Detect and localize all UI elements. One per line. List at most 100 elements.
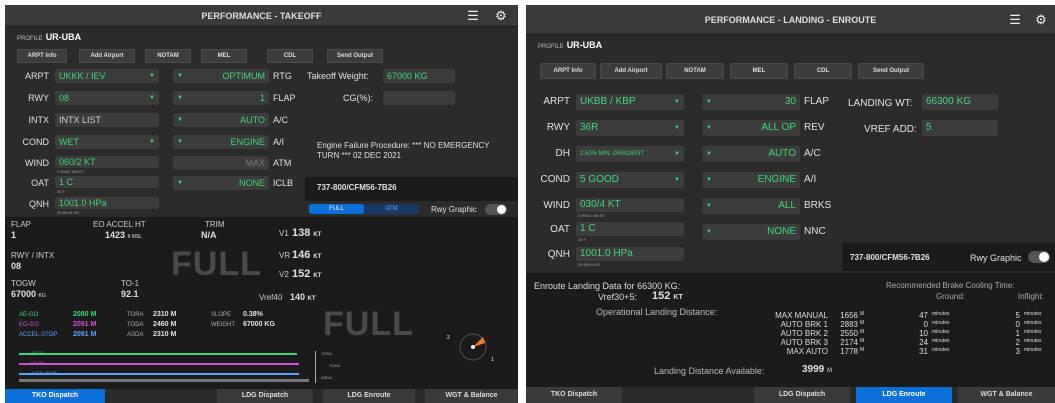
inflight-minutes-unit: minutes — [1024, 338, 1042, 344]
asda-label: ASDA — [127, 332, 144, 338]
flap-label: FLAP — [273, 93, 296, 103]
landing-weight-input[interactable]: 66300 KG — [922, 94, 998, 110]
title-bar: PERFORMANCE - LANDING - ENROUTE — [526, 5, 1055, 35]
cond-label: COND — [22, 137, 50, 147]
tab-wgt-balance[interactable]: WGT & Balance — [425, 389, 518, 403]
tab-tko-dispatch[interactable]: TKO Dispatch — [5, 389, 105, 403]
intx-select[interactable]: INTX LIST — [55, 113, 159, 127]
takeoff-weight-input[interactable]: 67000 KG — [383, 69, 455, 83]
ai-select[interactable]: ▼ ENGINE — [702, 172, 800, 188]
menu-icon[interactable]: ☰ — [465, 8, 481, 24]
arpt-info-button[interactable]: ARPT Info — [540, 63, 596, 79]
landing-distance-value: 1778 — [840, 347, 858, 356]
full-watermark-2: FULL — [323, 305, 414, 343]
rev-select[interactable]: ▼ ALL OP — [702, 120, 800, 136]
wind-input[interactable]: 030/4 KT — [576, 198, 684, 212]
vref40-value: 140 KT — [290, 292, 316, 302]
cond-select[interactable]: WET ▼ — [55, 135, 159, 149]
v2-label: V2 — [279, 270, 289, 279]
profile-label: PROFILE — [538, 44, 564, 50]
ai-select[interactable]: ▼ ENGINE — [173, 135, 269, 149]
arpt-info-button[interactable]: ARPT Info — [17, 49, 67, 63]
atm-label: ATM — [273, 158, 292, 168]
ground-cooling-value: 10 — [919, 329, 928, 338]
add-airport-button[interactable]: Add Airport — [79, 49, 135, 63]
arpt-value: UKKK / IEV — [59, 71, 106, 81]
notam-button[interactable]: NOTAM — [145, 49, 191, 63]
togw-number: 67000 — [11, 289, 37, 299]
tab-wgt-balance[interactable]: WGT & Balance — [958, 387, 1055, 403]
rwy-select[interactable]: 36R ▼ — [576, 120, 684, 136]
qnh-input[interactable]: 1001.0 HPa — [55, 197, 159, 209]
v1-unit: KT — [313, 232, 322, 238]
rwy-graphic-toggle[interactable] — [1028, 251, 1050, 263]
distance-unit: M — [860, 311, 865, 317]
rwy-select[interactable]: 08 ▼ — [55, 91, 159, 105]
brks-select[interactable]: ▼ ALL — [702, 198, 800, 214]
thrust-segmented-control[interactable]: FULL ATM — [309, 204, 419, 214]
profile: PROFILE UR-UBA — [17, 32, 81, 42]
atm-input[interactable]: MAX — [173, 156, 269, 170]
send-output-button[interactable]: Send Output — [858, 63, 924, 79]
inflight-cooling-value: 0 — [1015, 320, 1020, 329]
seg-atm[interactable]: ATM — [364, 204, 419, 214]
settings-icon[interactable]: ⚙ — [493, 8, 509, 24]
compass-center — [471, 345, 475, 349]
rwy-intx-value: 08 — [11, 261, 22, 271]
ae-go-bar — [19, 353, 297, 355]
add-airport-button[interactable]: Add Airport — [600, 63, 662, 79]
vref-add-input[interactable]: 5 — [922, 120, 998, 136]
chevron-down-icon: ▼ — [706, 203, 712, 209]
tab-ldg-enroute[interactable]: LDG Enroute — [856, 387, 952, 403]
distance-unit: M — [860, 338, 865, 344]
accel-stop-label: ACCEL-STOP — [19, 332, 58, 338]
mel-button[interactable]: MEL — [201, 49, 247, 63]
rwy-value: 08 — [59, 93, 70, 103]
send-output-button[interactable]: Send Output — [327, 49, 383, 63]
flap-select[interactable]: ▼ 1 — [173, 91, 269, 105]
togw-value: 67000 KG — [11, 289, 46, 299]
tab-ldg-dispatch[interactable]: LDG Dispatch — [754, 387, 850, 403]
chevron-down-icon: ▼ — [706, 229, 712, 235]
nnc-select[interactable]: ▼ NONE — [702, 224, 800, 240]
flap-select[interactable]: ▼ 30 — [702, 94, 800, 110]
settings-icon[interactable]: ⚙ — [1033, 12, 1049, 28]
arpt-select[interactable]: UKKK / IEV ▼ — [55, 69, 159, 83]
brake-cooling-title: Recommended Brake Cooling Time: — [886, 281, 1015, 290]
vr-unit: KT — [313, 254, 322, 260]
tora-value: 2310 M — [153, 311, 177, 318]
tab-ldg-dispatch[interactable]: LDG Dispatch — [217, 389, 313, 403]
iclb-select[interactable]: ▼ NONE — [173, 176, 269, 190]
oat-label: OAT — [31, 178, 49, 188]
profile-value: UR-UBA — [566, 40, 603, 50]
ac-select[interactable]: ▼ AUTO — [173, 113, 269, 127]
oat-input[interactable]: 1 C — [576, 222, 684, 236]
weight-value: 67000 KG — [243, 321, 275, 328]
dh-select[interactable]: 2.50% MIN. GRADIENT ▼ — [576, 146, 684, 162]
cg-input[interactable] — [383, 91, 455, 105]
ac-select[interactable]: ▼ AUTO — [702, 146, 800, 162]
rtg-select[interactable]: ▼ OPTIMUM — [173, 69, 269, 83]
rwy-graphic-toggle[interactable] — [485, 204, 507, 215]
arpt-select[interactable]: UKBB / KBP ▼ — [576, 94, 684, 110]
tab-ldg-enroute[interactable]: LDG Enroute — [323, 389, 415, 403]
wind-input[interactable]: 060/2 KT — [55, 156, 159, 168]
nnc-value: NONE — [767, 226, 796, 237]
rev-label: REV — [804, 122, 825, 133]
brake-setting-name: AUTO BRK 1 — [780, 320, 828, 329]
to1-header: TO-1 — [121, 279, 140, 288]
cond-select[interactable]: 5 GOOD ▼ — [576, 172, 684, 188]
cdl-button[interactable]: CDL — [267, 49, 313, 63]
vref-line-label: Vref30+5: — [598, 292, 637, 302]
notam-button[interactable]: NOTAM — [666, 63, 724, 79]
qnh-input[interactable]: 1001.0 HPa — [576, 247, 684, 261]
oat-input[interactable]: 1 C — [55, 176, 159, 188]
cdl-button[interactable]: CDL — [794, 63, 852, 79]
menu-icon[interactable]: ☰ — [1007, 12, 1023, 28]
ac-value: AUTO — [240, 115, 265, 125]
tab-tko-dispatch[interactable]: TKO Dispatch — [526, 387, 622, 403]
mel-button[interactable]: MEL — [730, 63, 788, 79]
vref-line-number: 152 — [652, 290, 671, 302]
seg-full[interactable]: FULL — [309, 204, 364, 214]
trim-header: TRIM — [205, 220, 225, 229]
